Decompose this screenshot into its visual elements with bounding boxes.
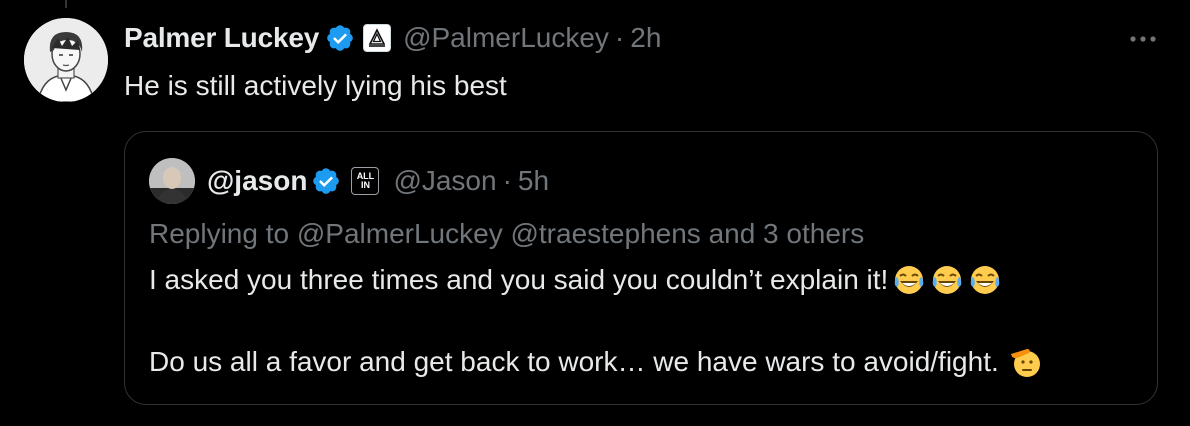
tweet-header: Palmer Luckey @PalmerLuckey · 2h xyxy=(124,18,661,58)
thread-connector-line xyxy=(65,0,67,8)
timestamp[interactable]: 2h xyxy=(630,22,661,54)
quoted-avatar[interactable] xyxy=(149,158,195,204)
face-with-tears-of-joy-icon xyxy=(930,263,964,297)
quoted-author-name[interactable]: @jason xyxy=(207,165,307,197)
tweet-text: He is still actively lying his best xyxy=(124,70,507,101)
separator-dot: · xyxy=(614,22,625,53)
face-with-tears-of-joy-icon xyxy=(968,263,1002,297)
all-in-logo-line2: IN xyxy=(360,180,370,190)
quoted-text-sentence-1: I asked you three times and you said you… xyxy=(149,264,889,295)
verified-badge-icon[interactable] xyxy=(325,23,355,53)
replying-to-line: Replying to @PalmerLuckey @traestephens … xyxy=(149,218,865,249)
quoted-tweet-card[interactable]: @jason ALL IN @Jason · 5h Replying to @P… xyxy=(124,131,1158,405)
quoted-timestamp[interactable]: 5h xyxy=(518,165,549,197)
verified-badge-icon[interactable] xyxy=(311,166,341,196)
avatar[interactable] xyxy=(24,18,108,102)
quoted-text-line-1: I asked you three times and you said you… xyxy=(149,260,1002,300)
avatar-illustration xyxy=(24,18,108,102)
more-options-icon[interactable] xyxy=(1126,24,1160,54)
saluting-face-icon xyxy=(1009,345,1043,379)
author-handle[interactable]: @PalmerLuckey xyxy=(403,22,609,54)
quoted-text-sentence-2: Do us all a favor and get back to work… … xyxy=(149,346,999,377)
quoted-text-line-2: Do us all a favor and get back to work… … xyxy=(149,342,1043,382)
separator-dot: · xyxy=(502,165,512,196)
all-in-logo-icon[interactable]: ALL IN xyxy=(351,167,380,195)
quoted-tweet-header: @jason ALL IN @Jason · 5h xyxy=(207,160,549,202)
affiliation-logo-icon[interactable] xyxy=(363,24,392,52)
quoted-avatar-photo xyxy=(149,158,195,204)
author-name[interactable]: Palmer Luckey xyxy=(124,22,319,54)
face-with-tears-of-joy-icon xyxy=(892,263,926,297)
quoted-author-handle[interactable]: @Jason xyxy=(393,165,496,197)
